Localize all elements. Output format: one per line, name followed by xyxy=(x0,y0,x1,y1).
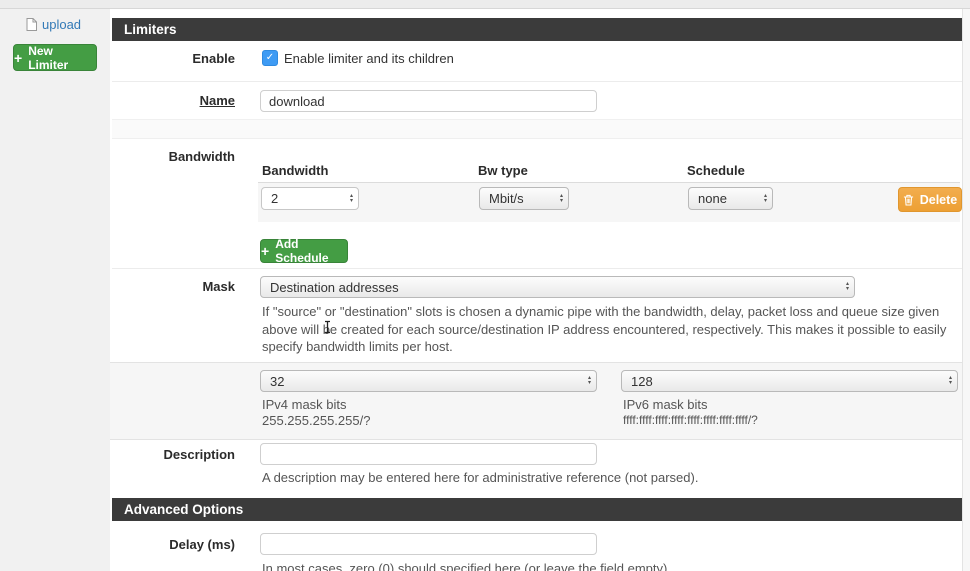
limiters-panel-header: Limiters xyxy=(112,18,962,41)
delete-button[interactable]: Delete xyxy=(898,187,962,212)
empty-form-row xyxy=(112,119,962,139)
arrow-down-icon: ▾ xyxy=(763,197,767,204)
schedule-select[interactable]: none ▴ ▾ xyxy=(688,187,773,210)
mask-help-text: If "source" or "destination" slots is ch… xyxy=(262,304,947,354)
arrow-down-icon: ▾ xyxy=(559,197,563,204)
bandwidth-table-row xyxy=(258,183,960,222)
stepper-down-icon[interactable]: ▾ xyxy=(350,198,353,204)
plus-icon: + xyxy=(261,243,270,259)
checkmark-icon: ✓ xyxy=(265,52,275,63)
number-stepper-icon[interactable]: ▴ ▾ xyxy=(350,193,353,204)
bandwidth-section-label: Bandwidth xyxy=(168,149,235,164)
delay-input[interactable] xyxy=(260,533,597,555)
sidebar xyxy=(0,9,110,571)
select-arrows-icon: ▴ ▾ xyxy=(559,193,563,204)
name-label: Name xyxy=(199,93,235,108)
enable-label: Enable xyxy=(192,51,235,66)
text-cursor xyxy=(323,320,332,339)
arrow-down-icon: ▾ xyxy=(845,286,849,292)
arrow-down-icon: ▾ xyxy=(948,380,952,386)
enable-checkbox[interactable]: ✓ xyxy=(262,50,278,66)
mask-select[interactable]: Destination addresses ▴ ▾ xyxy=(260,276,855,298)
limiter-edit-page: upload + New Limiter Limiters Enable ✓ E… xyxy=(0,0,970,571)
bw-type-select[interactable]: Mbit/s ▴ ▾ xyxy=(479,187,569,210)
scrollbar[interactable] xyxy=(962,9,970,571)
file-icon xyxy=(26,18,37,31)
plus-icon: + xyxy=(14,49,23,66)
new-limiter-label: New Limiter xyxy=(28,43,69,72)
select-arrows-icon: ▴ ▾ xyxy=(845,281,849,292)
panel-title: Limiters xyxy=(124,22,177,37)
mask-label: Mask xyxy=(202,279,235,294)
ipv4-mask-help-1: IPv4 mask bits xyxy=(262,397,347,412)
delay-label: Delay (ms) xyxy=(169,537,235,552)
ipv6-mask-help-1: IPv6 mask bits xyxy=(623,397,708,412)
new-limiter-button[interactable]: + New Limiter xyxy=(13,43,97,72)
top-bar-remnant xyxy=(0,0,970,9)
advanced-options-header: Advanced Options xyxy=(112,498,962,521)
description-input[interactable] xyxy=(260,443,597,465)
delay-help-text: In most cases, zero (0) should specified… xyxy=(262,561,671,571)
description-help-text: A description may be entered here for ad… xyxy=(262,470,699,485)
schedule-value: none xyxy=(698,191,727,206)
ipv6-mask-value: 128 xyxy=(631,373,653,389)
mask-value: Destination addresses xyxy=(270,279,399,295)
trash-icon xyxy=(903,194,914,206)
description-label: Description xyxy=(163,447,235,462)
col-header-bw-type: Bw type xyxy=(478,163,528,178)
arrow-down-icon: ▾ xyxy=(587,380,591,386)
sidebar-item-upload[interactable]: upload xyxy=(26,17,81,32)
ipv4-mask-help-2: 255.255.255.255/? xyxy=(262,413,371,428)
bw-type-value: Mbit/s xyxy=(489,191,524,206)
bandwidth-value: 2 xyxy=(271,191,279,206)
ipv6-mask-select[interactable]: 128 ▴ ▾ xyxy=(621,370,958,392)
select-arrows-icon: ▴ ▾ xyxy=(763,193,767,204)
advanced-options-title: Advanced Options xyxy=(124,502,244,517)
bandwidth-number-input[interactable]: 2 ▴ ▾ xyxy=(261,187,359,210)
ipv4-mask-value: 32 xyxy=(270,373,285,389)
upload-link[interactable]: upload xyxy=(42,17,81,32)
name-input[interactable] xyxy=(260,90,597,112)
select-arrows-icon: ▴ ▾ xyxy=(587,375,591,386)
enable-checkbox-label: Enable limiter and its children xyxy=(284,51,454,66)
col-header-bandwidth: Bandwidth xyxy=(262,163,329,178)
select-arrows-icon: ▴ ▾ xyxy=(948,375,952,386)
delete-label: Delete xyxy=(919,192,958,207)
row-divider xyxy=(112,268,962,269)
add-schedule-label: Add Schedule xyxy=(275,237,329,265)
ipv6-mask-help-2: ffff:ffff:ffff:ffff:ffff:ffff:ffff:ffff/… xyxy=(623,413,758,427)
col-header-schedule: Schedule xyxy=(687,163,745,178)
row-divider xyxy=(112,81,962,82)
add-schedule-button[interactable]: + Add Schedule xyxy=(260,237,348,265)
ipv4-mask-select[interactable]: 32 ▴ ▾ xyxy=(260,370,597,392)
